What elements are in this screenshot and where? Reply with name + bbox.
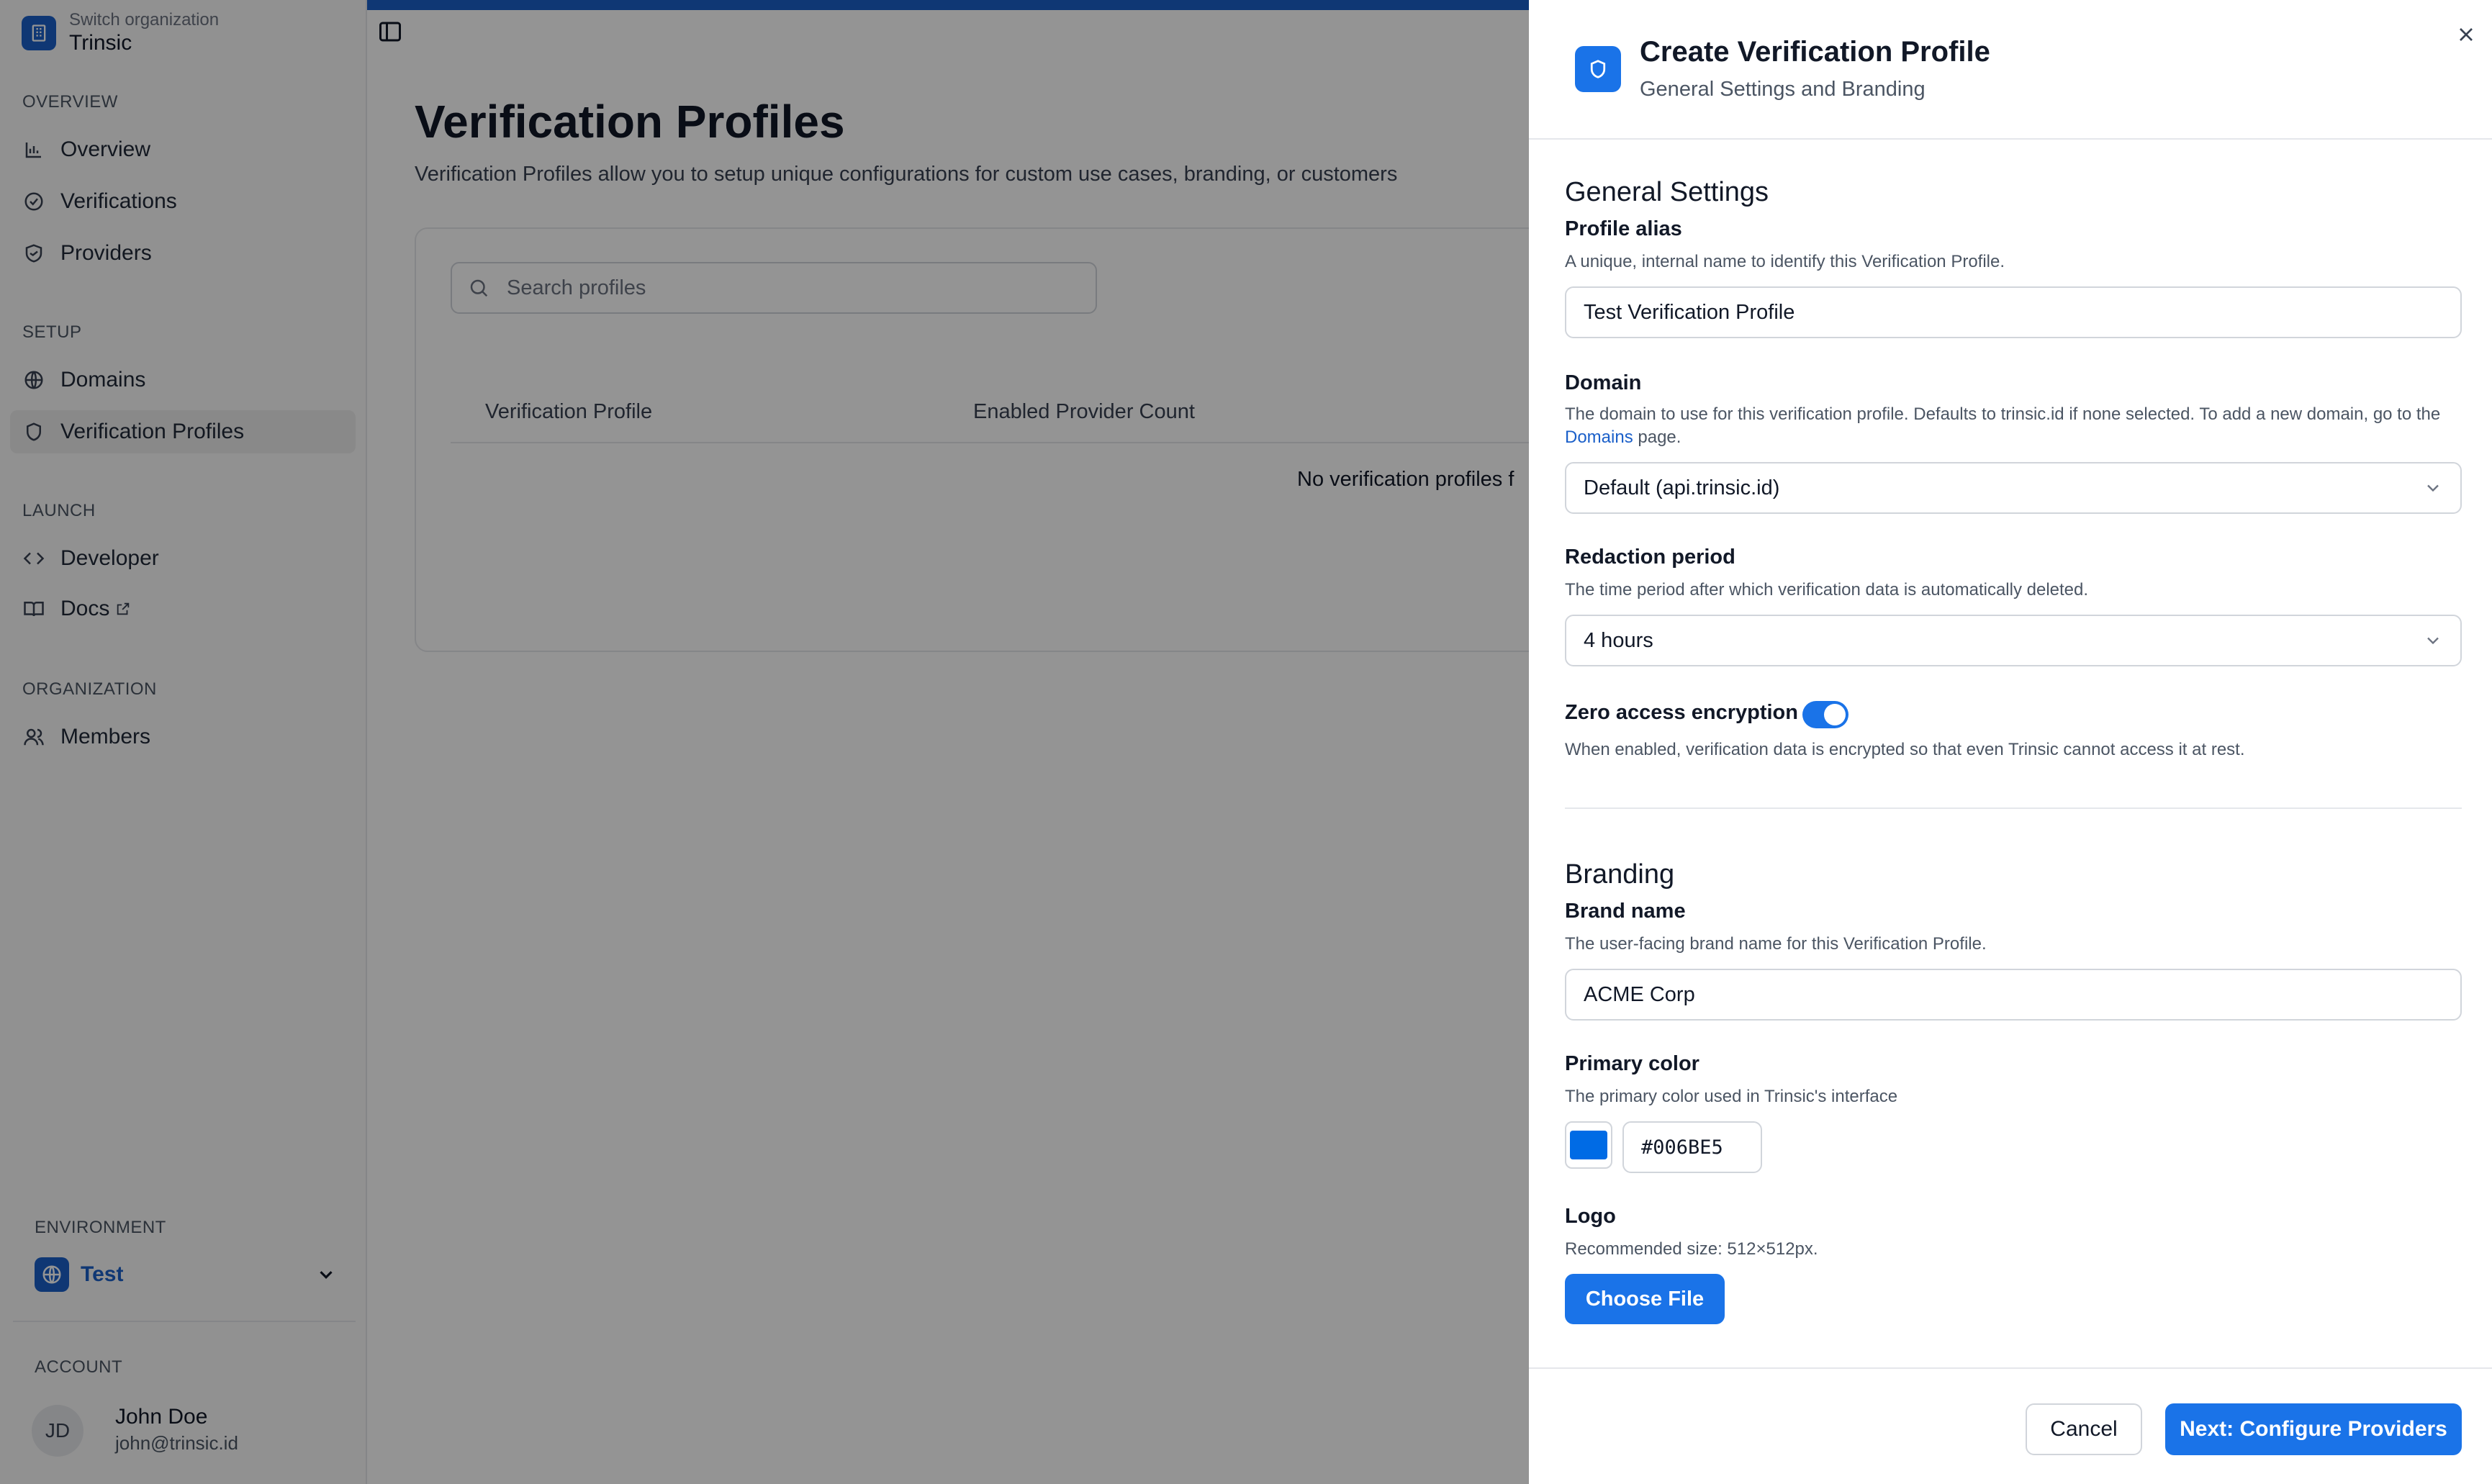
color-picker-swatch[interactable] [1565,1121,1612,1169]
redaction-period-select[interactable]: 4 hours [1565,615,2462,666]
domain-label: Domain [1565,371,1642,394]
chevron-down-icon [2427,484,2439,492]
brand-name-input[interactable]: ACME Corp [1565,969,2462,1021]
profile-alias-input[interactable]: Test Verification Profile [1565,286,2462,338]
create-profile-panel: Create Verification Profile General Sett… [1529,0,2492,1484]
redaction-select-value: 4 hours [1584,628,1653,652]
zero-access-encryption-toggle[interactable] [1802,701,1848,728]
toggle-knob [1824,704,1846,725]
primary-color-help: The primary color used in Trinsic's inte… [1565,1087,1898,1106]
alias-label: Profile alias [1565,217,1682,240]
redaction-label: Redaction period [1565,546,1735,569]
footer-divider [1529,1367,2492,1369]
brand-name-help: The user-facing brand name for this Veri… [1565,934,1987,954]
panel-subtitle: General Settings and Branding [1640,78,1926,101]
encryption-label: Zero access encryption [1565,701,1798,724]
profile-alias-value: Test Verification Profile [1584,300,1795,324]
close-icon[interactable] [2455,23,2478,46]
encryption-help: When enabled, verification data is encry… [1565,740,2245,759]
choose-file-button[interactable]: Choose File [1565,1274,1725,1324]
color-swatch-fill [1570,1131,1607,1159]
logo-label: Logo [1565,1205,1616,1228]
domain-select[interactable]: Default (api.trinsic.id) [1565,462,2462,514]
section-divider [1565,807,2462,809]
color-hex-input[interactable]: #006BE5 [1622,1121,1762,1173]
modal-backdrop[interactable] [0,0,1529,1484]
general-settings-title: General Settings [1565,177,1769,207]
domain-select-value: Default (api.trinsic.id) [1584,476,1780,499]
next-configure-providers-button[interactable]: Next: Configure Providers [2165,1403,2462,1455]
domains-link[interactable]: Domains [1565,427,1633,447]
alias-help: A unique, internal name to identify this… [1565,252,2005,271]
shield-icon [1575,46,1621,92]
panel-title: Create Verification Profile [1640,36,1990,68]
domain-help: The domain to use for this verification … [1565,403,2465,449]
brand-name-value: ACME Corp [1584,982,1695,1006]
domain-help-suffix: page. [1633,427,1681,447]
cancel-button[interactable]: Cancel [2026,1403,2142,1455]
redaction-help: The time period after which verification… [1565,580,2089,600]
logo-help: Recommended size: 512×512px. [1565,1239,1818,1259]
color-hex-value: #006BE5 [1641,1136,1723,1159]
domain-help-text: The domain to use for this verification … [1565,404,2441,424]
primary-color-label: Primary color [1565,1052,1699,1075]
brand-name-label: Brand name [1565,900,1686,923]
chevron-down-icon [2427,637,2439,645]
panel-header: Create Verification Profile General Sett… [1529,0,2492,140]
branding-title: Branding [1565,859,1675,890]
